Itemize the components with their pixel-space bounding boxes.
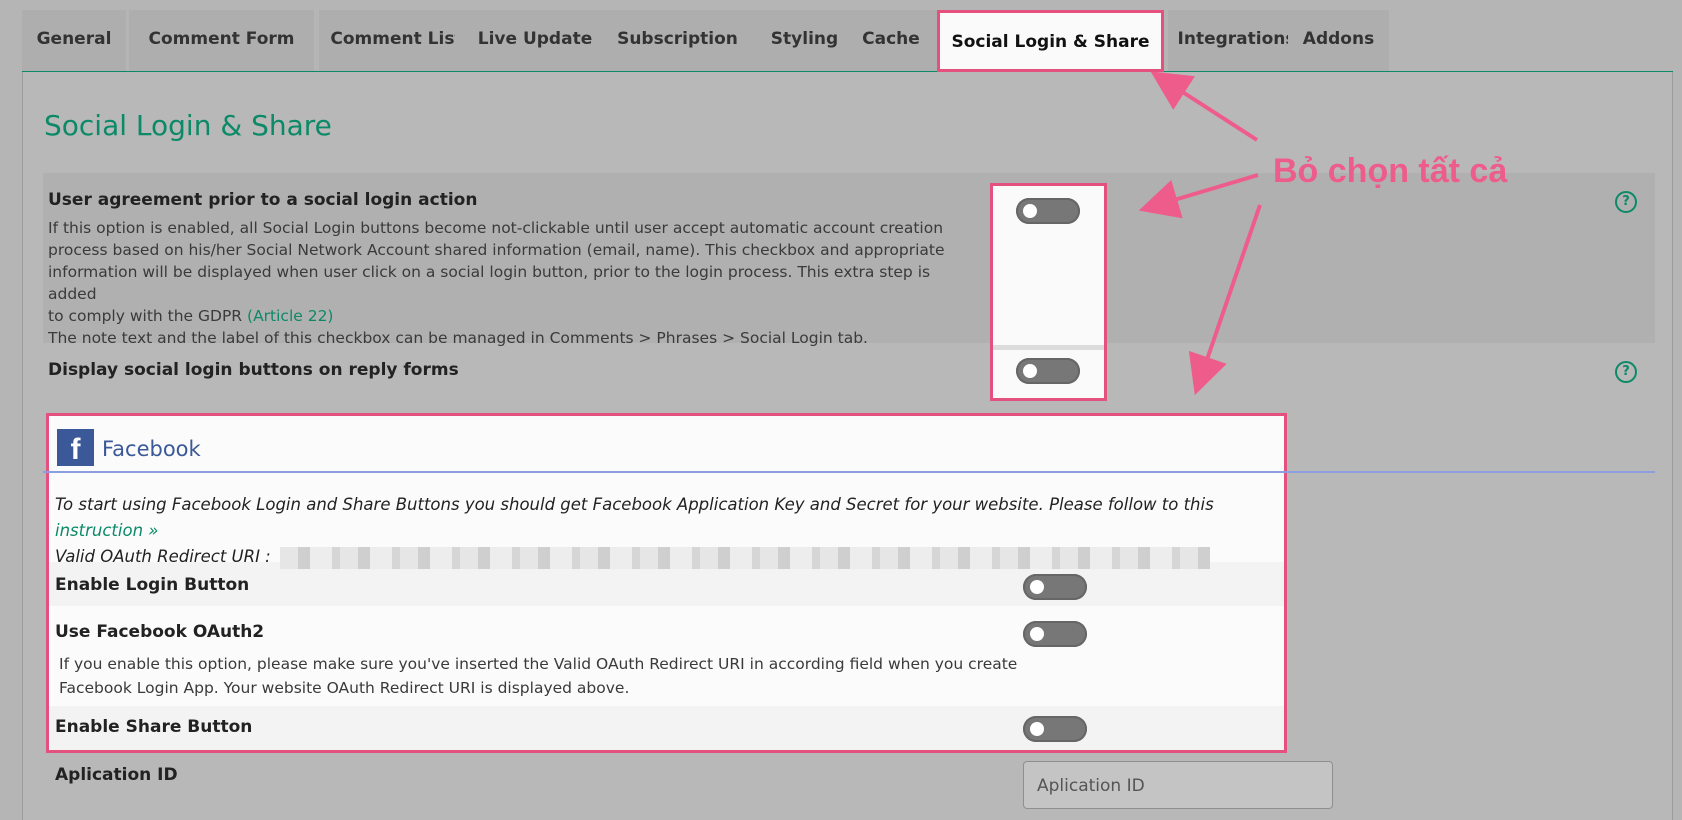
arrow-to-tab	[1150, 71, 1259, 142]
arrow-to-toggles	[1138, 173, 1259, 219]
tab-social-login-share[interactable]: Social Login & Share	[937, 10, 1164, 72]
arrow-to-facebook	[1188, 204, 1262, 396]
annotation-arrows	[1138, 71, 1262, 396]
